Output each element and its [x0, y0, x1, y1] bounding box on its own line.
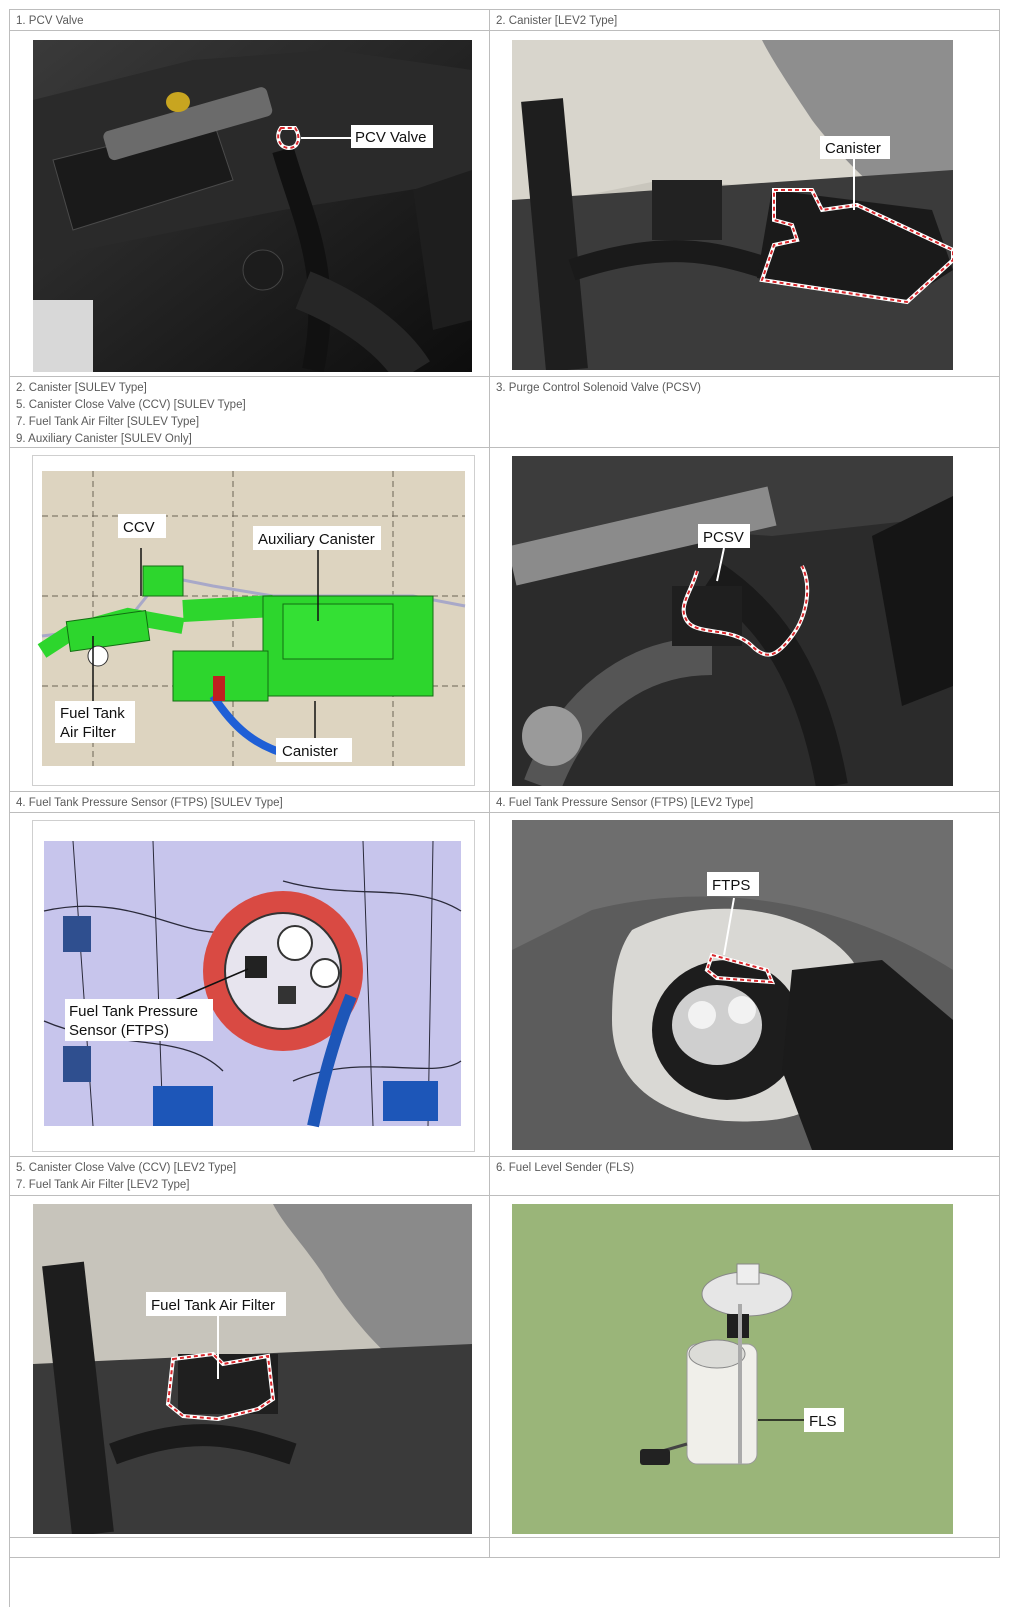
caption-line: 4. Fuel Tank Pressure Sensor (FTPS) [LEV…	[496, 797, 754, 809]
ftps-diagram: Fuel Tank Pressure Sensor (FTPS)	[32, 820, 475, 1152]
caption-cell-fls: 6. Fuel Level Sender (FLS)	[490, 1157, 1000, 1196]
component-location-table: 1. PCV Valve 2. Canister [LEV2 Type] PCV…	[9, 9, 1000, 1607]
image-cell-air-filter: Fuel Tank Air Filter	[10, 1196, 490, 1538]
ftps-photo-label: FTPS	[712, 877, 750, 894]
image-cell-pcsv: PCSV	[490, 448, 1000, 792]
pcv-valve-label: PCV Valve	[355, 129, 426, 146]
ftps-diagram-label-1: Fuel Tank Pressure	[69, 1003, 198, 1020]
caption-cell-ccv-lev2: 5. Canister Close Valve (CCV) [LEV2 Type…	[10, 1157, 490, 1196]
auxiliary-canister-label: Auxiliary Canister	[258, 531, 375, 548]
ccv-label: CCV	[123, 519, 155, 536]
fuel-level-sender-photo: FLS	[512, 1204, 953, 1534]
caption-line: 5. Canister Close Valve (CCV) [LEV2 Type…	[16, 1162, 237, 1174]
caption-cell-ftps-lev2: 4. Fuel Tank Pressure Sensor (FTPS) [LEV…	[490, 792, 1000, 813]
caption-cell-ftps-sulev: 4. Fuel Tank Pressure Sensor (FTPS) [SUL…	[10, 792, 490, 813]
pcsv-label: PCSV	[703, 529, 744, 546]
caption-line: 2. Canister [SULEV Type]	[16, 382, 147, 394]
caption-line: 6. Fuel Level Sender (FLS)	[496, 1162, 635, 1174]
image-cell-pcv: PCV Valve	[10, 31, 490, 377]
caption-line: 3. Purge Control Solenoid Valve (PCSV)	[496, 382, 701, 394]
caption-line: 7. Fuel Tank Air Filter [SULEV Type]	[16, 416, 200, 428]
image-cell-fls: FLS	[490, 1196, 1000, 1538]
caption-line: 2. Canister [LEV2 Type]	[496, 15, 618, 27]
pcsv-photo: PCSV	[512, 456, 953, 786]
sulev-canister-diagram: CCV Auxiliary Canister Fuel Tank Air Fil…	[32, 455, 475, 786]
caption-line: 5. Canister Close Valve (CCV) [SULEV Typ…	[16, 399, 246, 411]
caption-line: 9. Auxiliary Canister [SULEV Only]	[16, 433, 192, 445]
caption-line: 7. Fuel Tank Air Filter [LEV2 Type]	[16, 1179, 190, 1191]
fuel-tank-air-filter-label-2: Air Filter	[60, 724, 116, 741]
caption-cell-pcv: 1. PCV Valve	[10, 10, 490, 31]
caption-cell-sulev: 2. Canister [SULEV Type] 5. Canister Clo…	[10, 377, 490, 448]
empty-cell	[10, 1538, 490, 1558]
image-cell-sulev-diagram: CCV Auxiliary Canister Fuel Tank Air Fil…	[10, 448, 490, 792]
fuel-tank-air-filter-photo: Fuel Tank Air Filter	[33, 1204, 472, 1534]
fls-label: FLS	[809, 1413, 837, 1430]
image-cell-canister-lev2: Canister	[490, 31, 1000, 377]
empty-cell	[490, 1538, 1000, 1558]
air-filter-label: Fuel Tank Air Filter	[151, 1297, 275, 1314]
fuel-tank-air-filter-label-1: Fuel Tank	[60, 705, 125, 722]
canister-sulev-label: Canister	[282, 743, 338, 760]
ftps-photo: FTPS	[512, 820, 953, 1150]
image-cell-ftps-photo: FTPS	[490, 813, 1000, 1157]
caption-cell-pcsv: 3. Purge Control Solenoid Valve (PCSV)	[490, 377, 1000, 448]
pcv-valve-photo: PCV Valve	[33, 40, 472, 372]
canister-lev2-photo: Canister	[512, 40, 953, 370]
caption-line: 4. Fuel Tank Pressure Sensor (FTPS) [SUL…	[16, 797, 283, 809]
caption-line: 1. PCV Valve	[16, 15, 84, 27]
caption-cell-canister-lev2: 2. Canister [LEV2 Type]	[490, 10, 1000, 31]
image-cell-ftps-diagram: Fuel Tank Pressure Sensor (FTPS)	[10, 813, 490, 1157]
ftps-diagram-label-2: Sensor (FTPS)	[69, 1022, 169, 1039]
canister-lev2-label: Canister	[825, 140, 881, 157]
